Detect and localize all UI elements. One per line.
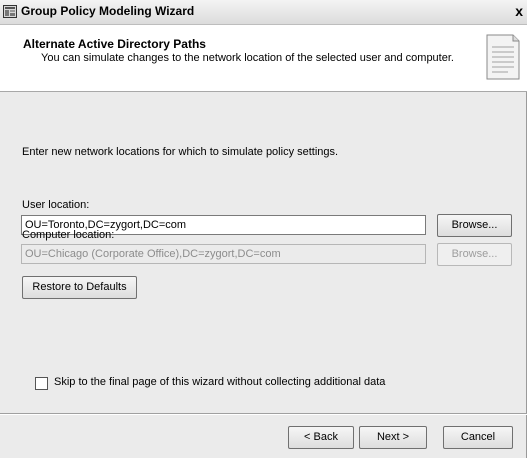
page-subtitle: You can simulate changes to the network … — [41, 52, 454, 64]
close-icon[interactable]: x — [515, 3, 523, 19]
gpo-wizard-icon — [3, 5, 17, 18]
document-icon — [486, 34, 520, 80]
window-title: Group Policy Modeling Wizard — [21, 4, 195, 18]
wizard-header: Alternate Active Directory Paths You can… — [0, 25, 527, 92]
skip-checkbox-label: Skip to the final page of this wizard wi… — [54, 376, 386, 388]
page-title: Alternate Active Directory Paths — [23, 37, 206, 51]
intro-text: Enter new network locations for which to… — [22, 146, 339, 158]
computer-location-label: Computer location: — [22, 229, 115, 241]
computer-location-input: OU=Chicago (Corporate Office),DC=zygort,… — [21, 244, 426, 264]
next-button[interactable]: Next > — [359, 426, 427, 449]
footer-separator — [0, 413, 527, 415]
skip-checkbox[interactable] — [35, 377, 48, 390]
restore-defaults-button[interactable]: Restore to Defaults — [22, 276, 137, 299]
title-bar[interactable]: Group Policy Modeling Wizard x — [0, 0, 527, 25]
computer-browse-button: Browse... — [437, 243, 512, 266]
wizard-window: Group Policy Modeling Wizard x Alternate… — [0, 0, 527, 458]
user-location-label: User location: — [22, 199, 90, 211]
cancel-button[interactable]: Cancel — [443, 426, 513, 449]
back-button[interactable]: < Back — [288, 426, 354, 449]
user-browse-button[interactable]: Browse... — [437, 214, 512, 237]
